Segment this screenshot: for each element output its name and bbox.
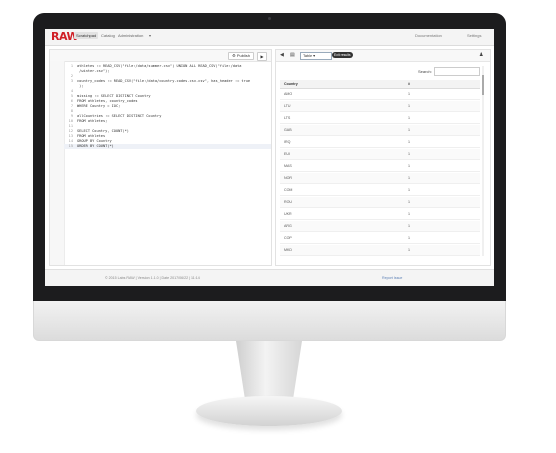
table-row[interactable]: LTS 1 xyxy=(280,113,480,124)
column-header-country[interactable]: Country xyxy=(284,80,298,88)
cell-country: LTS xyxy=(284,116,291,120)
chart-icon[interactable]: ▤ xyxy=(290,52,295,58)
table-row[interactable]: COM 1 xyxy=(280,185,480,196)
cell-country: GAB xyxy=(284,128,292,132)
copyright-text: © 2015 Labs RAW | Version 1.1.0 | Date 2… xyxy=(105,276,200,280)
cell-country: MKD xyxy=(284,248,292,252)
run-button[interactable]: ▶ xyxy=(257,52,267,61)
search-label: Search: xyxy=(418,69,432,74)
table-row[interactable]: LTU 1 xyxy=(280,101,480,112)
cell-country: COM xyxy=(284,188,293,192)
code-text: FROM athletes xyxy=(77,134,106,138)
cell-count: 1 xyxy=(408,164,410,168)
results-panel: ◀ ▤ Table ▾ Exit results ♟ Search: Count… xyxy=(275,49,491,266)
search-input[interactable] xyxy=(434,67,480,76)
nav-administration[interactable]: Administration xyxy=(118,33,143,38)
cell-count: 1 xyxy=(408,212,410,216)
query-editor-panel: ⚙ Publish ▶ 1 athletes := READ_CSV("file:… xyxy=(49,49,272,266)
cell-count: 1 xyxy=(408,224,410,228)
code-text: GROUP BY Country xyxy=(77,139,112,143)
cell-count: 1 xyxy=(408,176,410,180)
publish-button[interactable]: ⚙ Publish xyxy=(228,52,254,60)
screen: RAW Scratchpad Catalog Administration ▾ … xyxy=(45,29,494,286)
cell-country: COP xyxy=(284,236,292,240)
table-row[interactable]: IRQ 1 xyxy=(280,137,480,148)
cell-country: UKR xyxy=(284,212,292,216)
table-row[interactable]: ARG 1 xyxy=(280,221,480,232)
nav-settings[interactable]: Settings xyxy=(467,33,481,38)
table-row[interactable]: MAS 1 xyxy=(280,161,480,172)
code-text: country_codes := READ_CSV("file:/data/co… xyxy=(77,79,251,83)
line-gutter xyxy=(50,61,65,265)
table-header: Country # xyxy=(280,80,480,89)
table-row[interactable]: GAB 1 xyxy=(280,125,480,136)
cell-country: LTU xyxy=(284,104,291,108)
code-text: /winter.csv"); xyxy=(77,69,110,73)
cell-count: 1 xyxy=(408,128,410,132)
column-header-count[interactable]: # xyxy=(408,80,410,88)
code-text: SELECT Country, COUNT(*) xyxy=(77,129,129,133)
cell-count: 1 xyxy=(408,200,410,204)
code-text: missing := SELECT DISTINCT Country xyxy=(77,94,151,98)
cell-count: 1 xyxy=(408,116,410,120)
code-text: FROM athletes, country_codes xyxy=(77,99,138,103)
code-text: allCountries := SELECT DISTINCT Country xyxy=(77,114,162,118)
cell-country: AMO xyxy=(284,92,293,96)
code-line[interactable]: 15 ORDER BY COUNT(*) xyxy=(64,144,271,149)
monitor-stand-neck xyxy=(236,341,302,401)
table-row[interactable]: ROU 1 xyxy=(280,197,480,208)
cell-country: NOR xyxy=(284,176,292,180)
cell-country: ARG xyxy=(284,224,292,228)
cell-count: 1 xyxy=(408,248,410,252)
cell-count: 1 xyxy=(408,140,410,144)
table-row[interactable]: UKR 1 xyxy=(280,209,480,220)
cell-country: IRQ xyxy=(284,140,291,144)
cell-count: 1 xyxy=(408,188,410,192)
cell-country: MAS xyxy=(284,164,292,168)
format-select[interactable]: Table ▾ xyxy=(300,52,332,60)
results-toolbar: ◀ ▤ Table ▾ Exit results ♟ xyxy=(276,50,490,62)
table-row[interactable]: EUI 1 xyxy=(280,149,480,160)
nav-catalog[interactable]: Catalog xyxy=(101,33,115,38)
report-issue-link[interactable]: Report Issue xyxy=(382,276,402,280)
monitor-chin xyxy=(33,301,506,341)
scrollbar-thumb[interactable] xyxy=(482,75,484,95)
code-text: ORDER BY COUNT(*) xyxy=(77,144,114,148)
code-text: athletes := READ_CSV("file:/data/summer.… xyxy=(77,64,242,68)
top-navbar: RAW Scratchpad Catalog Administration ▾ … xyxy=(45,29,494,46)
table-row[interactable]: NOR 1 xyxy=(280,173,480,184)
cell-count: 1 xyxy=(408,104,410,108)
camera-icon xyxy=(268,17,271,20)
user-icon[interactable]: ♟ xyxy=(479,52,483,58)
nav-documentation[interactable]: Documentation xyxy=(415,33,442,38)
footer: © 2015 Labs RAW | Version 1.1.0 | Date 2… xyxy=(45,269,494,286)
exit-results-badge[interactable]: Exit results xyxy=(332,52,353,58)
editor-toolbar: ⚙ Publish ▶ xyxy=(50,50,271,62)
monitor-stand-foot xyxy=(196,396,342,426)
code-text: WHERE Country = IOC; xyxy=(77,104,121,108)
cell-count: 1 xyxy=(408,152,410,156)
cell-country: ROU xyxy=(284,200,292,204)
back-icon[interactable]: ◀ xyxy=(280,52,284,58)
table-row[interactable]: MKD 1 xyxy=(280,245,480,256)
cell-count: 1 xyxy=(408,236,410,240)
nav-scratchpad[interactable]: Scratchpad xyxy=(74,32,99,39)
table-row[interactable]: COP 1 xyxy=(280,233,480,244)
cell-count: 1 xyxy=(408,92,410,96)
chevron-down-icon: ▾ xyxy=(149,33,152,38)
code-text: FROM athletes; xyxy=(77,119,108,123)
code-text: ); xyxy=(77,84,84,88)
line-number: 15 xyxy=(68,144,73,148)
table-row[interactable]: AMO 1 xyxy=(280,89,480,100)
cell-country: EUI xyxy=(284,152,290,156)
